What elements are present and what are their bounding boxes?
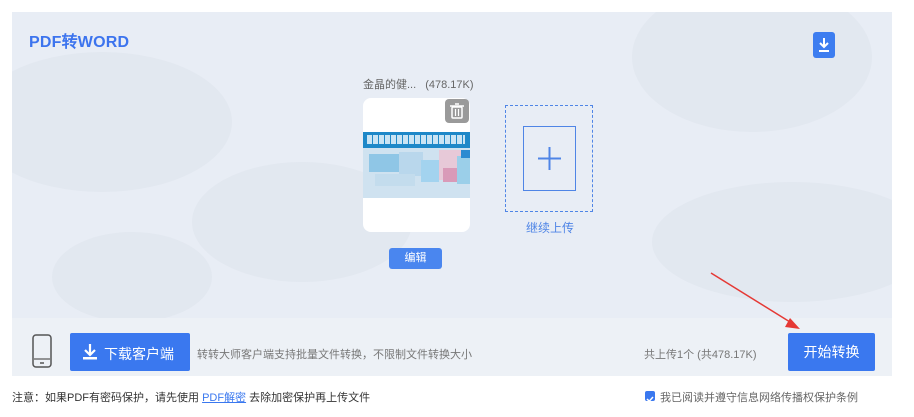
trash-icon [450, 103, 464, 119]
continue-upload-dropzone[interactable] [505, 105, 593, 212]
edit-button[interactable]: 编辑 [389, 248, 442, 269]
action-bar: 下载客户端 转转大师客户端支持批量文件转换，不限制文件转换大小 共上传1个 (共… [12, 318, 892, 376]
phone-icon [32, 334, 52, 368]
plus-icon [538, 147, 561, 170]
download-icon [83, 344, 97, 360]
file-name-label: 金晶的健... (478.17K) [363, 76, 474, 92]
file-thumbnail [363, 132, 470, 198]
upload-summary: 共上传1个 (共478.17K) [644, 349, 757, 361]
delete-file-button[interactable] [445, 99, 469, 123]
pdf-decrypt-link[interactable]: PDF解密 [202, 392, 246, 404]
client-tip: 转转大师客户端支持批量文件转换，不限制文件转换大小 [197, 349, 472, 361]
add-file-button[interactable] [523, 126, 576, 191]
continue-upload-label[interactable]: 继续上传 [526, 219, 574, 236]
agree-checkbox[interactable] [645, 391, 655, 403]
download-client-button[interactable]: 下载客户端 [70, 333, 190, 371]
download-client-label: 下载客户端 [104, 346, 174, 362]
download-icon[interactable] [813, 32, 835, 58]
agree-label[interactable]: 我已阅读并遵守信息网络传播权保护条例 [660, 389, 858, 405]
file-name: 金晶的健... [363, 79, 417, 91]
start-convert-button[interactable]: 开始转换 [788, 333, 875, 371]
notice-suffix: 去除加密保护再上传文件 [249, 392, 371, 404]
check-icon [646, 396, 654, 403]
notice-prefix: 注意：如果PDF有密码保护，请先使用 [12, 392, 199, 404]
upload-area: PDF转WORD 金晶的健... (478.17K) 编辑 继续上传 [12, 12, 892, 318]
file-size: (478.17K) [425, 79, 474, 91]
converter-panel: PDF转WORD 金晶的健... (478.17K) 编辑 继续上传 下载客户端… [12, 12, 892, 376]
page-title: PDF转WORD [29, 34, 130, 51]
encryption-notice: 注意：如果PDF有密码保护，请先使用 PDF解密 去除加密保护再上传文件 [12, 389, 370, 405]
